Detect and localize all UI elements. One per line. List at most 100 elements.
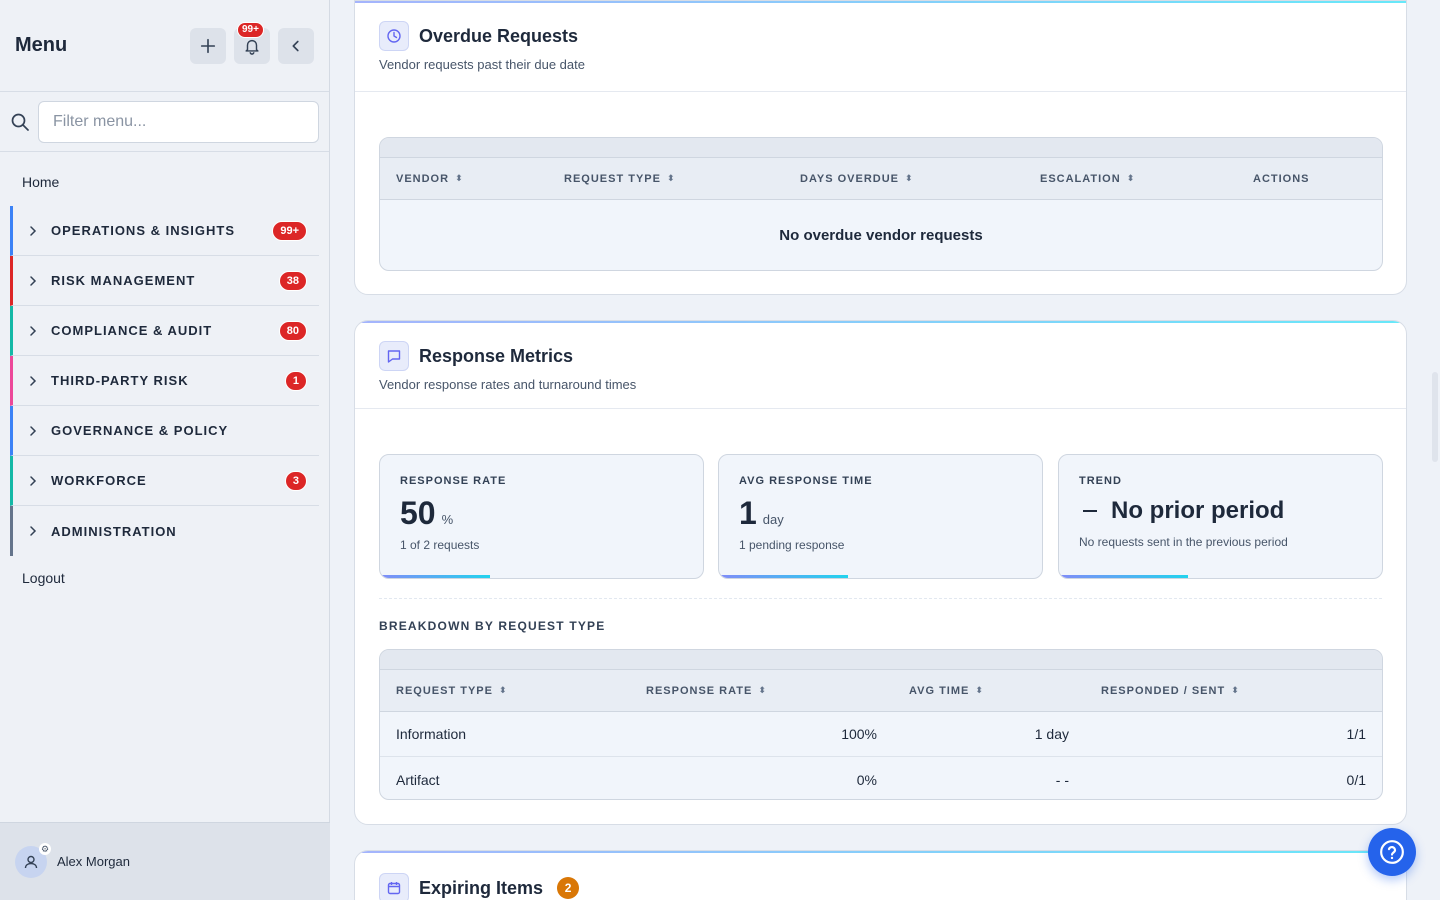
card-header: Response Metrics Vendor response rates a… — [355, 321, 1406, 409]
column-header-response-rate[interactable]: RESPONSE RATE ⬍ — [646, 685, 767, 697]
table-row: Information 100% 1 day 1/1 — [380, 712, 1382, 757]
table-header: REQUEST TYPE ⬍ RESPONSE RATE ⬍ AVG TIME ⬍ R… — [380, 670, 1382, 712]
user-profile[interactable]: ⚙ Alex Morgan — [0, 822, 330, 900]
sort-icon: ⬍ — [498, 685, 508, 695]
nav-home[interactable]: Home — [0, 152, 329, 206]
sort-icon: ⬍ — [1231, 685, 1240, 695]
add-button[interactable] — [190, 27, 226, 64]
card-header: Overdue Requests Vendor requests past th… — [355, 1, 1406, 92]
nav-count-badge: 1 — [284, 370, 307, 391]
column-header-escalation[interactable]: ESCALATION ⬍ — [1040, 173, 1135, 185]
cell-avg-time: 1 day — [1034, 726, 1069, 742]
column-label: REQUEST TYPE — [564, 172, 661, 185]
nav-item-label: RISK MANAGEMENT — [51, 273, 196, 288]
column-header-days-overdue[interactable]: DAYS OVERDUE ⬍ — [800, 173, 914, 185]
cell-avg-time: - - — [1055, 771, 1069, 788]
column-header-actions: ACTIONS — [1253, 173, 1310, 185]
table-header: VENDOR ⬍ REQUEST TYPE ⬍ DAYS OVERDUE ⬍ ESCA… — [380, 158, 1382, 200]
overdue-table: VENDOR ⬍ REQUEST TYPE ⬍ DAYS OVERDUE ⬍ ESCA… — [379, 137, 1383, 271]
count-badge: 2 — [557, 877, 580, 899]
breakdown-table: REQUEST TYPE ⬍ RESPONSE RATE ⬍ AVG TIME ⬍ R… — [379, 649, 1383, 800]
card-header: Expiring Items 2 — [355, 851, 1406, 900]
column-header-request-type[interactable]: REQUEST TYPE ⬍ — [564, 173, 676, 185]
nav-item-administration[interactable]: ADMINISTRATION — [10, 506, 319, 556]
nav-item-operations-insights[interactable]: OPERATIONS & INSIGHTS 99+ — [10, 206, 319, 256]
card-subtitle: Vendor requests past their due date — [379, 57, 585, 72]
column-header-avg-time[interactable]: AVG TIME ⬍ — [909, 685, 984, 697]
nav-item-third-party-risk[interactable]: THIRD-PARTY RISK 1 — [10, 356, 319, 406]
nav-count-badge: 99+ — [272, 220, 307, 241]
column-label: DAYS OVERDUE — [800, 172, 900, 185]
metric-note: 1 pending response — [739, 538, 845, 552]
trend-metric: TREND No prior period No requests sent i… — [1058, 454, 1383, 579]
metric-unit: % — [441, 512, 454, 527]
nav-item-risk-management[interactable]: RISK MANAGEMENT 38 — [10, 256, 319, 306]
nav-item-label: OPERATIONS & INSIGHTS — [51, 223, 235, 238]
metric-label: RESPONSE RATE — [400, 475, 507, 487]
nav-item-label: GOVERNANCE & POLICY — [51, 423, 229, 438]
metric-value: No prior period — [1111, 497, 1285, 524]
nav-item-label: COMPLIANCE & AUDIT — [51, 323, 213, 338]
column-label: ACTIONS — [1253, 172, 1310, 185]
overdue-requests-card: Overdue Requests Vendor requests past th… — [354, 0, 1407, 295]
metric-value: 50 — [400, 495, 436, 531]
sort-icon: ⬍ — [975, 685, 984, 695]
card-subtitle: Vendor response rates and turnaround tim… — [379, 377, 637, 392]
chevron-right-icon — [30, 425, 37, 436]
response-metrics-card: Response Metrics Vendor response rates a… — [354, 320, 1407, 825]
notification-count-badge: 99+ — [237, 21, 264, 38]
filter-menu-input[interactable] — [38, 100, 319, 143]
notifications-button[interactable]: 99+ — [234, 21, 270, 64]
nav-item-governance-policy[interactable]: GOVERNANCE & POLICY — [10, 406, 319, 456]
chevron-right-icon — [30, 275, 37, 286]
sidebar-search — [0, 92, 329, 152]
chevron-right-icon — [30, 375, 37, 386]
column-label: RESPONSE RATE — [646, 684, 753, 697]
metric-label: TREND — [1079, 475, 1122, 487]
nav-item-compliance-audit[interactable]: COMPLIANCE & AUDIT 80 — [10, 306, 319, 356]
sort-icon: ⬍ — [1126, 173, 1136, 183]
column-header-vendor[interactable]: VENDOR ⬍ — [396, 173, 464, 185]
card-title: Expiring Items — [419, 877, 544, 898]
sort-icon: ⬍ — [758, 685, 767, 695]
nav-count-badge: 38 — [278, 270, 307, 291]
clock-icon — [379, 21, 409, 51]
nav-count-badge: 3 — [284, 470, 307, 491]
empty-state-message: No overdue vendor requests — [779, 226, 983, 244]
calendar-icon — [379, 873, 409, 900]
metric-note: No requests sent in the previous period — [1079, 535, 1288, 549]
plus-icon — [200, 38, 216, 53]
collapse-sidebar-button[interactable] — [278, 27, 314, 64]
chevron-right-icon — [30, 325, 37, 336]
column-label: ESCALATION — [1040, 172, 1121, 185]
cell-responded-sent: 0/1 — [1346, 771, 1366, 788]
cell-response-rate: 100% — [841, 726, 877, 742]
nav-item-label: THIRD-PARTY RISK — [51, 373, 189, 388]
chevron-right-icon — [30, 225, 37, 236]
column-header-request-type[interactable]: REQUEST TYPE ⬍ — [396, 685, 508, 697]
cell-response-rate: 0% — [856, 771, 877, 788]
avatar: ⚙ — [15, 842, 51, 878]
metric-progress-bar — [1059, 575, 1189, 578]
sidebar-header: Menu 99+ — [0, 0, 329, 92]
column-label: RESPONDED / SENT — [1101, 684, 1226, 697]
column-header-responded-sent[interactable]: RESPONDED / SENT ⬍ — [1101, 685, 1240, 697]
nav-item-label: ADMINISTRATION — [51, 523, 177, 539]
sort-icon: ⬍ — [666, 173, 676, 183]
chevron-right-icon — [30, 526, 37, 536]
nav-item-workforce[interactable]: WORKFORCE 3 — [10, 456, 319, 506]
section-label: BREAKDOWN BY REQUEST TYPE — [379, 619, 606, 633]
nav-item-label: WORKFORCE — [51, 473, 147, 488]
expiring-items-card: Expiring Items 2 — [354, 850, 1407, 900]
sort-icon: ⬍ — [455, 173, 464, 183]
user-name: Alex Morgan — [57, 854, 130, 869]
card-title: Response Metrics — [419, 345, 574, 366]
logout-link[interactable]: Logout — [0, 556, 329, 600]
help-button[interactable] — [1368, 828, 1416, 876]
sidebar: Menu 99+ Home OPERATIONS & INSIGHTS 99+ … — [0, 0, 330, 900]
scrollbar-thumb[interactable] — [1432, 372, 1438, 462]
metric-unit: day — [762, 512, 784, 527]
column-label: REQUEST TYPE — [396, 684, 493, 697]
search-icon — [11, 113, 29, 131]
metric-note: 1 of 2 requests — [400, 538, 480, 552]
